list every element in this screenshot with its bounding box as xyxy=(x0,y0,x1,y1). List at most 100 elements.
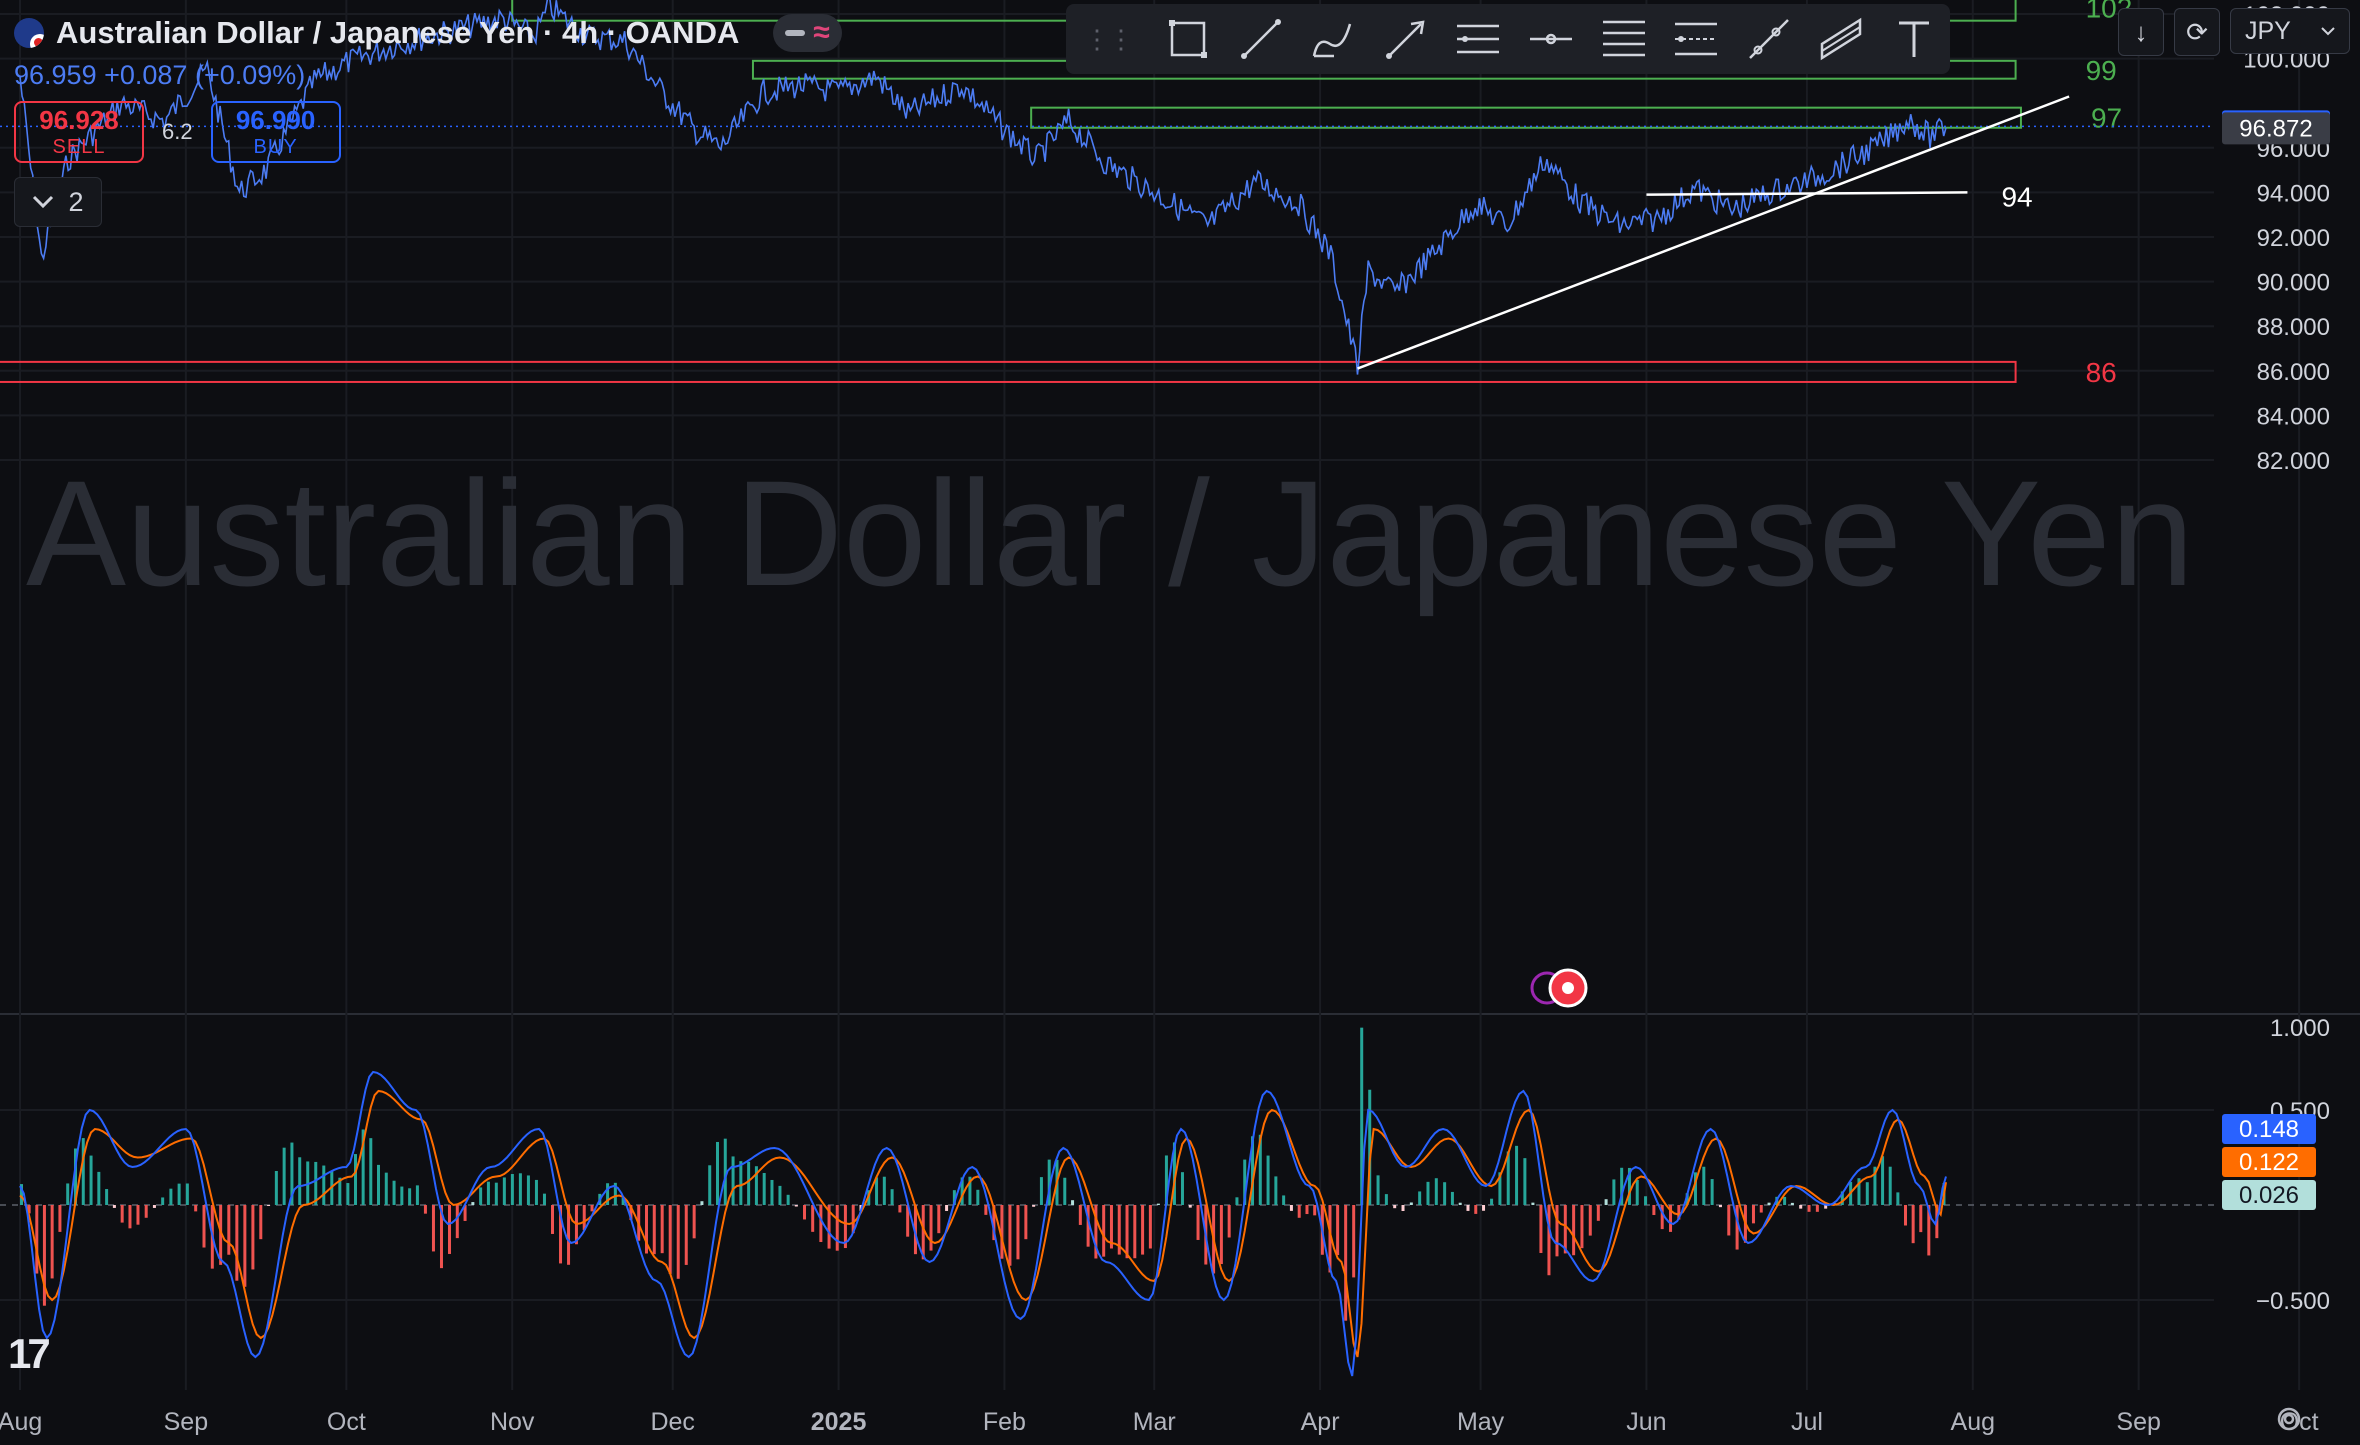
histogram-bar xyxy=(408,1188,412,1205)
last-price: 96.959 xyxy=(14,60,97,90)
histogram-bar xyxy=(1531,1202,1535,1205)
histogram-bar xyxy=(1515,1145,1519,1205)
trend-line-icon xyxy=(1240,19,1281,59)
y-tick-label: 90.000 xyxy=(2257,270,2330,297)
histogram-bar xyxy=(415,1185,419,1205)
histogram-bar xyxy=(1426,1181,1430,1205)
histogram-bar xyxy=(1555,1205,1559,1257)
text-tool[interactable] xyxy=(1877,4,1950,74)
symbol-title[interactable]: Australian Dollar / Japanese Yen · 4h · … xyxy=(56,15,739,51)
zone-label-97: 97 xyxy=(2091,103,2122,134)
fib-channel-tool[interactable] xyxy=(1660,4,1733,74)
x-tick-label: Aug xyxy=(1951,1408,1995,1436)
brush-tool[interactable] xyxy=(1297,4,1370,74)
horizontal-ray-icon xyxy=(1530,33,1572,45)
x-tick-label: Nov xyxy=(490,1408,535,1436)
histogram-bar xyxy=(322,1165,326,1205)
histogram-bar xyxy=(1718,1205,1722,1208)
x-tick-label: Dec xyxy=(650,1408,694,1436)
histogram-bar xyxy=(1125,1205,1129,1259)
rectangle-tool[interactable] xyxy=(1152,4,1225,74)
histogram-bar xyxy=(1523,1158,1527,1205)
price-summary: 96.959 +0.087 (+0.09%) xyxy=(14,60,842,91)
histogram-bar xyxy=(1344,1205,1348,1321)
parallel-channel-tool[interactable] xyxy=(1442,4,1515,74)
histogram-bar xyxy=(1274,1176,1278,1205)
histogram-bar xyxy=(1563,1205,1567,1254)
histogram-bar xyxy=(120,1205,124,1223)
x-tick-label: Oct xyxy=(327,1408,366,1436)
tradingview-logo-icon[interactable]: 17 xyxy=(8,1330,51,1378)
drag-handle-icon[interactable]: ⋮⋮ xyxy=(1084,24,1134,55)
histogram-bar xyxy=(235,1205,239,1281)
osc-tick-label: 1.000 xyxy=(2270,1015,2330,1042)
histogram-bar xyxy=(786,1194,790,1205)
y-tick-label: 84.000 xyxy=(2257,403,2330,430)
x-tick-label: May xyxy=(1457,1408,1505,1436)
histogram-bar xyxy=(976,1189,980,1205)
histogram-bar xyxy=(534,1179,538,1205)
histogram-bar xyxy=(1156,1203,1160,1205)
sell-button[interactable]: 96.928 SELL xyxy=(14,101,144,163)
x-tick-label: 2025 xyxy=(811,1408,867,1436)
pitchfork-tool[interactable] xyxy=(1805,4,1878,74)
histogram-bar xyxy=(1024,1205,1028,1240)
x-tick-label: Sep xyxy=(164,1408,208,1436)
download-button[interactable]: ↓ xyxy=(2118,8,2164,56)
histogram-bar xyxy=(1790,1202,1794,1205)
histogram-bar xyxy=(984,1205,988,1215)
histogram-bar xyxy=(1458,1202,1462,1205)
histogram-bar xyxy=(128,1205,132,1229)
histogram-bar xyxy=(1078,1205,1082,1225)
histogram-bar xyxy=(652,1205,656,1255)
spread-value: 6.2 xyxy=(162,119,193,144)
histogram-bar xyxy=(945,1205,949,1211)
histogram-bar xyxy=(400,1186,404,1205)
refresh-button[interactable]: ⟳ xyxy=(2174,8,2220,56)
histogram-bar xyxy=(668,1205,672,1274)
currency-label: JPY xyxy=(2245,16,2291,45)
buy-button[interactable]: 96.990 BUY xyxy=(210,101,341,163)
histogram-bar xyxy=(152,1205,156,1208)
histogram-bar xyxy=(1888,1166,1892,1205)
indicators-collapse-button[interactable]: 2 xyxy=(14,177,102,227)
histogram-bar xyxy=(803,1205,807,1220)
settings-gear-icon[interactable] xyxy=(2274,1404,2304,1434)
histogram-bar xyxy=(1799,1205,1803,1209)
arrow-line-tool[interactable] xyxy=(1370,4,1443,74)
histogram-bar xyxy=(1102,1205,1106,1257)
buy-label: BUY xyxy=(253,136,298,158)
histogram-bar xyxy=(937,1205,941,1234)
histogram-bar xyxy=(1783,1196,1787,1205)
symbol-header: Australian Dollar / Japanese Yen · 4h · … xyxy=(14,10,842,227)
histogram-bar xyxy=(1596,1205,1600,1221)
indicator-count: 2 xyxy=(68,186,84,217)
ray-tool[interactable] xyxy=(1732,4,1805,74)
histogram-bar xyxy=(194,1205,198,1212)
histogram-bar xyxy=(716,1141,720,1205)
histogram-bar xyxy=(455,1205,459,1239)
histogram-bar xyxy=(819,1205,823,1243)
fib-retracement-tool[interactable] xyxy=(1587,4,1660,74)
wave-icon[interactable]: ≈ xyxy=(813,18,829,48)
indicator-toggle[interactable]: ≈ xyxy=(773,14,842,52)
histogram-bar xyxy=(486,1181,490,1205)
histogram-bar xyxy=(448,1205,452,1254)
minus-icon[interactable] xyxy=(785,30,806,36)
histogram-bar xyxy=(1188,1205,1192,1208)
histogram-bar xyxy=(376,1164,380,1205)
currency-select[interactable]: JPY xyxy=(2230,8,2350,54)
histogram-bar xyxy=(479,1187,483,1205)
histogram-bar xyxy=(144,1205,148,1218)
histogram-bar xyxy=(1443,1182,1447,1205)
trend-line-tool[interactable] xyxy=(1225,4,1298,74)
histogram-bar xyxy=(890,1189,894,1205)
y-tick-label: 92.000 xyxy=(2257,225,2330,252)
histogram-bar xyxy=(835,1205,839,1251)
horizontal-ray-tool[interactable] xyxy=(1515,4,1588,74)
histogram-bar xyxy=(81,1138,85,1205)
histogram-bar xyxy=(1604,1199,1608,1205)
histogram-bar xyxy=(1219,1205,1223,1265)
histogram-bar xyxy=(298,1157,302,1205)
histogram-bar xyxy=(929,1205,933,1251)
